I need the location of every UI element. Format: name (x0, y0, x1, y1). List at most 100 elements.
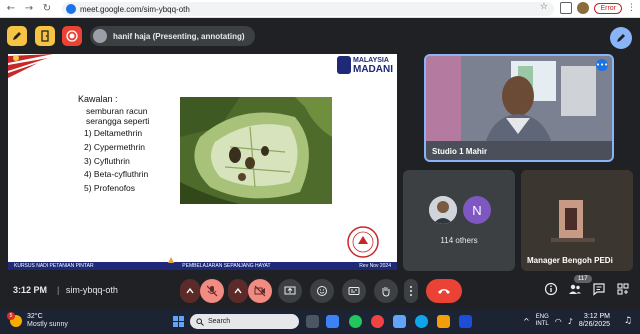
outlook-icon[interactable] (459, 315, 472, 328)
leave-call-button[interactable] (426, 279, 462, 303)
captions-icon (348, 287, 360, 295)
taskbar-search-input[interactable]: Search (190, 314, 299, 329)
file-explorer-icon[interactable] (437, 315, 450, 328)
footer-right: Rev Nov 2024 (359, 263, 391, 269)
camera-toggle-button[interactable] (248, 279, 272, 303)
back-icon[interactable]: ← (4, 2, 18, 16)
tile-more-options-icon[interactable]: ••• (596, 59, 608, 71)
meeting-details: 3:12 PM | sim-ybqq-oth (13, 285, 118, 295)
reactions-button[interactable] (310, 279, 334, 303)
microphone-toggle-button[interactable] (200, 279, 224, 303)
photos-icon[interactable] (393, 315, 406, 328)
wifi-icon[interactable]: ◠ (555, 317, 562, 326)
lang-line1: ENG (535, 314, 549, 320)
windows-start-icon[interactable] (173, 316, 184, 327)
tray-overflow-icon[interactable]: ^ (523, 317, 530, 326)
pencil-icon (13, 32, 21, 40)
present-icon (284, 286, 296, 295)
raise-hand-button[interactable] (374, 279, 398, 303)
browser-toolbar: ← → ↻ meet.google.com/sim-ybqq-oth ☆ Err… (0, 0, 640, 18)
presenter-chip[interactable]: hanif haja (Presenting, annotating) (90, 26, 255, 46)
chevron-up-icon (234, 287, 242, 294)
site-info-icon[interactable] (66, 4, 76, 14)
list-item: 2) Cypermethrin (84, 141, 145, 152)
profile-avatar[interactable] (577, 2, 590, 14)
error-chip[interactable]: Error (594, 2, 622, 14)
others-count: 114 others (440, 236, 478, 245)
windows-taskbar: 5 32°C Mostly sunny Search ^ ENG INTL ◠ … (0, 309, 640, 334)
annotate-toolbar-button[interactable] (7, 26, 27, 46)
meeting-info-icon[interactable] (544, 282, 558, 301)
brand-line2: MADANI (353, 64, 393, 75)
whatsapp-icon[interactable] (349, 315, 362, 328)
list-item: 1) Deltamethrin (84, 128, 143, 138)
taskbar-clock[interactable]: 3:12 PM 8/26/2025 (579, 313, 610, 329)
forward-icon[interactable]: → (22, 2, 36, 16)
footer-left: KURSUS NADI PETANIAN PINTAR (14, 263, 94, 269)
list-item: 4) Beta-cyfluthrin (84, 169, 149, 180)
tile-name: Studio 1 Mahir (432, 147, 488, 156)
footer-center: PEMBELAJARAN SEPANJANG HAYAT (182, 263, 271, 269)
presentation-slide: MALAYSIA MADANI Kawalan : semburan racun… (8, 54, 397, 270)
flag-stripes-decoration (8, 54, 53, 78)
camera-options-button[interactable] (228, 279, 248, 303)
hang-up-icon (438, 289, 450, 294)
subheading-line1: semburan racun (86, 106, 148, 116)
sun-icon: 5 (7, 312, 22, 327)
camera-off-icon (254, 285, 266, 297)
people-icon[interactable] (568, 282, 582, 301)
meet-top-bar: hanif haja (Presenting, annotating) (0, 19, 640, 53)
participant-tile-others[interactable]: N 114 others (403, 170, 515, 271)
captions-button[interactable] (342, 279, 366, 303)
record-icon (66, 30, 78, 42)
mic-options-button[interactable] (180, 279, 200, 303)
reload-icon[interactable]: ↻ (40, 2, 54, 16)
leaf-damage-photo (180, 97, 332, 204)
door-icon (41, 30, 49, 42)
search-icon (196, 317, 204, 326)
chat-icon[interactable] (592, 282, 606, 301)
volume-icon[interactable]: ♪ (568, 317, 573, 326)
tile-name: Manager Bengoh PEDi (527, 256, 613, 265)
activities-icon[interactable] (616, 282, 630, 301)
mic-off-icon (206, 285, 218, 297)
notification-bell-icon[interactable]: ♫ (624, 316, 632, 326)
zoom-app-icon[interactable] (326, 315, 339, 328)
annotation-cursor-icon: ▲ (168, 255, 175, 264)
malaysia-madani-logo: MALAYSIA MADANI (337, 56, 393, 75)
seal-logo (347, 226, 379, 258)
emoji-icon (317, 286, 327, 296)
weather-widget[interactable]: 5 32°C Mostly sunny (7, 312, 68, 329)
subheading-line2: serangga seperti (86, 116, 150, 126)
lang-line2: INTL (535, 321, 549, 327)
search-placeholder: Search (208, 318, 231, 325)
leaf-photo-illustration (180, 97, 332, 204)
weather-condition: Mostly sunny (27, 321, 68, 328)
present-screen-button[interactable] (278, 279, 302, 303)
door-exit-button[interactable] (35, 26, 55, 46)
meeting-code: sim-ybqq-oth (65, 285, 118, 295)
address-bar[interactable]: meet.google.com/sim-ybqq-oth ☆ (62, 2, 554, 16)
pesticide-list: 1) Deltamethrin 2) Cypermethrin 3) Cyflu… (84, 127, 148, 196)
chrome-icon[interactable] (371, 315, 384, 328)
slide-footer: KURSUS NADI PETANIAN PINTAR PEMBELAJARAN… (8, 262, 397, 270)
annotation-pen-button[interactable] (610, 27, 632, 49)
participant-tile-active-speaker[interactable]: ••• Studio 1 Mahir (424, 54, 614, 162)
record-button[interactable] (62, 26, 82, 46)
task-view-icon[interactable] (306, 315, 319, 328)
extensions-icon[interactable] (560, 2, 573, 14)
browser-menu-icon[interactable]: ⋮ (627, 3, 636, 13)
more-vert-icon (410, 286, 412, 296)
edge-icon[interactable] (415, 315, 428, 328)
person-photo-icon (429, 196, 457, 224)
weather-badge: 5 (7, 312, 15, 320)
input-language[interactable]: ENG INTL (536, 314, 549, 328)
more-options-button[interactable] (404, 279, 418, 303)
clock-date: 8/26/2025 (578, 321, 610, 328)
bookmark-star-icon[interactable]: ☆ (540, 2, 548, 12)
system-tray: ^ ENG INTL ◠ ♪ 3:12 PM 8/26/2025 (523, 313, 610, 329)
clock-time: 3:12 PM (583, 313, 610, 320)
presenter-avatar (93, 29, 107, 43)
participant-tile-manager[interactable]: Manager Bengoh PEDi (521, 170, 633, 271)
meet-control-bar: 3:12 PM | sim-ybqq-oth (0, 274, 640, 308)
